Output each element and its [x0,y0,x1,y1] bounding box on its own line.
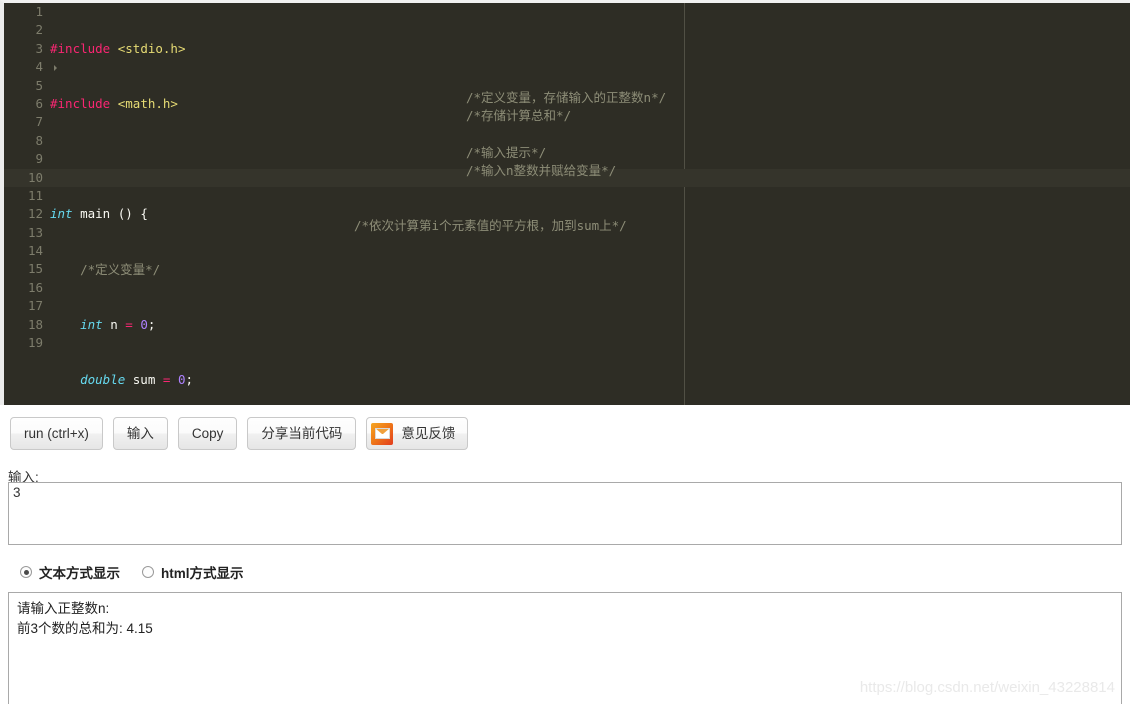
line-number: 2 [35,22,43,38]
line-number: 4 [4,58,57,76]
line-number: 7 [35,114,43,130]
editor-toolbar: run (ctrl+x) 输入 Copy 分享当前代码 意见反馈 [0,417,478,450]
side-comment: /*输入提示*/ [466,144,547,160]
output-panel: 请输入正整数n: 前3个数的总和为: 4.15 https://blog.csd… [8,592,1122,704]
code-area[interactable]: 1 2 3 4 5 6 7 8 9 10 11 12 13 14 15 16 1… [4,3,1130,405]
line-number: 15 [27,261,43,277]
line-number: 13 [27,224,43,240]
line-number: 14 [27,243,43,259]
line-number: 3 [35,40,43,56]
code-line: int n = 0; [80,316,156,332]
copy-button[interactable]: Copy [177,417,238,450]
line-number: 17 [27,298,43,314]
side-comment: /*输入n整数并赋给变量*/ [466,163,617,179]
line-number: 9 [35,151,43,167]
code-editor[interactable]: 1 2 3 4 5 6 7 8 9 10 11 12 13 14 15 16 1… [0,0,1130,405]
feedback-button-label: 意见反馈 [401,426,456,441]
mail-icon [371,422,394,445]
input-button[interactable]: 输入 [112,417,168,450]
radio-html-mode-label[interactable]: html方式显示 [161,562,244,582]
code-line: /*定义变量*/ [80,261,161,277]
radio-text-mode[interactable] [20,566,32,578]
radio-text-mode-label[interactable]: 文本方式显示 [39,562,120,582]
side-comment: /*依次计算第i个元素值的平方根，加到sum上*/ [354,218,627,234]
code-line: #include <stdio.h> [50,40,186,56]
feedback-button[interactable]: 意见反馈 [366,417,469,450]
side-comment: /*定义变量，存储输入的正整数n*/ [466,89,667,105]
output-line: 请输入正整数n: [17,601,110,616]
line-number: 6 [35,95,43,111]
side-comment: /*存储计算总和*/ [466,108,572,123]
share-code-button[interactable]: 分享当前代码 [247,417,357,450]
code-text[interactable]: #include <stdio.h> #include <math.h> int… [50,3,1130,405]
line-number: 12 [27,206,43,222]
display-mode-radio-group: 文本方式显示 html方式显示 [20,562,266,582]
line-number: 1 [35,4,43,19]
line-number: 8 [35,132,43,148]
line-number: 5 [35,77,43,93]
code-line: double sum = 0; [80,372,194,388]
line-number: 11 [27,187,43,203]
run-button[interactable]: run (ctrl+x) [10,417,103,450]
line-number-gutter: 1 2 3 4 5 6 7 8 9 10 11 12 13 14 15 16 1… [4,3,57,405]
output-line: 前3个数的总和为: 4.15 [17,621,153,636]
watermark: https://blog.csdn.net/weixin_43228814 [859,679,1115,696]
line-number: 18 [27,316,43,332]
online-compiler-page: 1 2 3 4 5 6 7 8 9 10 11 12 13 14 15 16 1… [0,0,1130,704]
radio-html-mode[interactable] [142,566,154,578]
stdin-input[interactable] [8,482,1122,545]
line-number: 10 [27,169,43,185]
line-number: 19 [27,335,43,351]
line-number: 16 [27,279,43,295]
